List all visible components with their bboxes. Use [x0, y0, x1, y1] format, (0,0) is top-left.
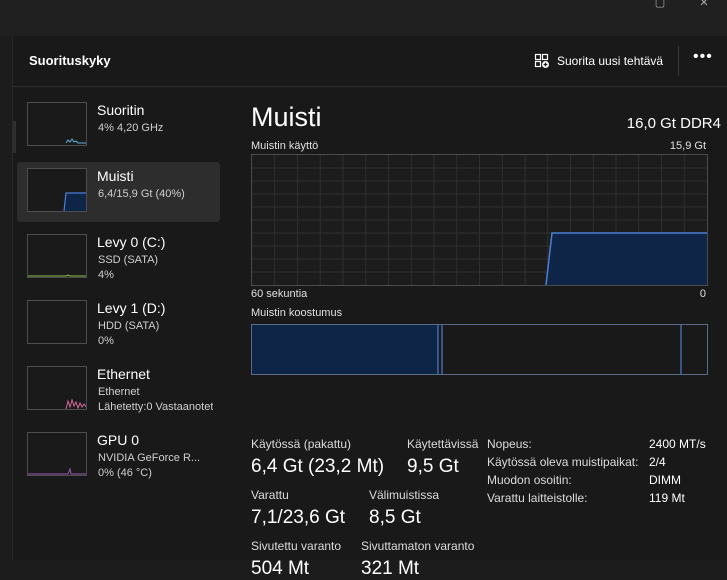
nonpaged-pool-label: Sivuttamaton varanto — [361, 539, 475, 553]
usage-graph-max: 15,9 Gt — [669, 140, 706, 152]
paged-pool-value: 504 Mt — [251, 558, 310, 579]
window-titlebar: ▢ ✕ — [0, 0, 727, 36]
close-icon[interactable]: ✕ — [681, 0, 727, 10]
sidebar-item-title: GPU 0 — [97, 432, 140, 448]
sidebar-item-detail: SSD (SATA) — [98, 254, 159, 266]
resource-sidebar: Suoritin 4% 4,20 GHz Muisti 6,4/15,9 Gt … — [17, 96, 222, 492]
in-use-label: Käytössä (pakattu) — [251, 437, 352, 451]
run-new-task-button[interactable]: Suorita uusi tehtävä — [534, 51, 663, 71]
cpu-graph-icon — [27, 102, 87, 146]
memory-composition-bar — [251, 324, 708, 375]
committed-value: 7,1/23,6 Gt — [251, 507, 346, 528]
sidebar-item-detail: Ethernet — [98, 386, 140, 398]
detail-label: Nopeus: — [487, 437, 532, 451]
sidebar-item-disk1[interactable]: Levy 1 (D:) HDD (SATA) 0% — [17, 294, 220, 354]
sidebar-item-detail: 4% 4,20 GHz — [98, 122, 164, 134]
scroll-indicator — [13, 121, 16, 153]
memory-usage-graph — [251, 154, 708, 286]
memory-graph-icon — [27, 168, 87, 212]
header-divider — [678, 46, 679, 76]
available-value: 9,5 Gt — [407, 456, 459, 477]
memory-spec: 16,0 Gt DDR4 — [626, 115, 721, 132]
in-use-value: 6,4 Gt (23,2 Mt) — [251, 456, 385, 477]
network-graph-icon — [27, 366, 87, 410]
sidebar-item-usage: 0% — [98, 335, 114, 347]
sidebar-item-detail: 6,4/15,9 Gt (40%) — [98, 188, 185, 200]
run-task-icon — [534, 53, 549, 68]
committed-label: Varattu — [251, 488, 289, 502]
sidebar-item-detail: HDD (SATA) — [98, 320, 160, 332]
gpu-graph-icon — [27, 432, 87, 476]
sidebar-item-gpu[interactable]: GPU 0 NVIDIA GeForce R... 0% (46 °C) — [17, 426, 220, 486]
nonpaged-pool-value: 321 Mt — [361, 558, 420, 579]
sidebar-item-title: Ethernet — [97, 366, 150, 382]
panel-title: Muisti — [251, 102, 322, 132]
detail-value: 2/4 — [649, 455, 666, 469]
run-task-label: Suorita uusi tehtävä — [557, 54, 664, 68]
page-header: Suorituskyky Suorita uusi tehtävä ••• — [13, 36, 727, 87]
detail-value: DIMM — [649, 473, 681, 487]
sidebar-item-usage: 0% (46 °C) — [98, 467, 152, 479]
detail-label: Käytössä oleva muistipaikat: — [487, 455, 639, 469]
paged-pool-label: Sivutettu varanto — [251, 539, 342, 553]
available-label: Käytettävissä — [407, 437, 479, 451]
task-manager-app: Suorituskyky Suorita uusi tehtävä ••• Su… — [12, 36, 727, 579]
detail-label: Muodon osoitin: — [487, 473, 572, 487]
sidebar-item-title: Levy 1 (D:) — [97, 300, 166, 316]
cached-value: 8,5 Gt — [369, 507, 421, 528]
detail-value: 119 Mt — [649, 491, 685, 505]
maximize-icon[interactable]: ▢ — [637, 0, 683, 10]
detail-value: 2400 MT/s — [649, 437, 706, 451]
sidebar-item-title: Muisti — [97, 168, 134, 184]
disk-graph-icon — [27, 300, 87, 344]
more-options-button[interactable]: ••• — [693, 48, 713, 66]
disk-graph-icon — [27, 234, 87, 278]
sidebar-item-memory[interactable]: Muisti 6,4/15,9 Gt (40%) — [17, 162, 220, 222]
sidebar-item-cpu[interactable]: Suoritin 4% 4,20 GHz — [17, 96, 220, 156]
composition-label: Muistin koostumus — [251, 307, 343, 319]
sidebar-item-disk0[interactable]: Levy 0 (C:) SSD (SATA) 4% — [17, 228, 220, 288]
sidebar-item-usage: 4% — [98, 269, 114, 281]
sidebar-item-title: Levy 0 (C:) — [97, 234, 166, 250]
time-end-label: 0 — [699, 288, 706, 300]
cached-label: Välimuistissa — [369, 488, 440, 502]
page-title: Suorituskyky — [29, 53, 111, 68]
in-use-segment — [252, 325, 438, 374]
memory-usage-area — [546, 233, 707, 285]
sidebar-item-usage: Lähetetty:0 Vastaanotet — [98, 401, 214, 413]
sidebar-item-title: Suoritin — [97, 102, 145, 118]
time-window-label: 60 sekuntia — [251, 288, 308, 300]
sidebar-item-ethernet[interactable]: Ethernet Ethernet Lähetetty:0 Vastaanote… — [17, 360, 220, 420]
usage-graph-label: Muistin käyttö — [251, 140, 319, 152]
sidebar-item-detail: NVIDIA GeForce R... — [98, 452, 201, 464]
detail-label: Varattu laitteistolle: — [487, 491, 588, 505]
